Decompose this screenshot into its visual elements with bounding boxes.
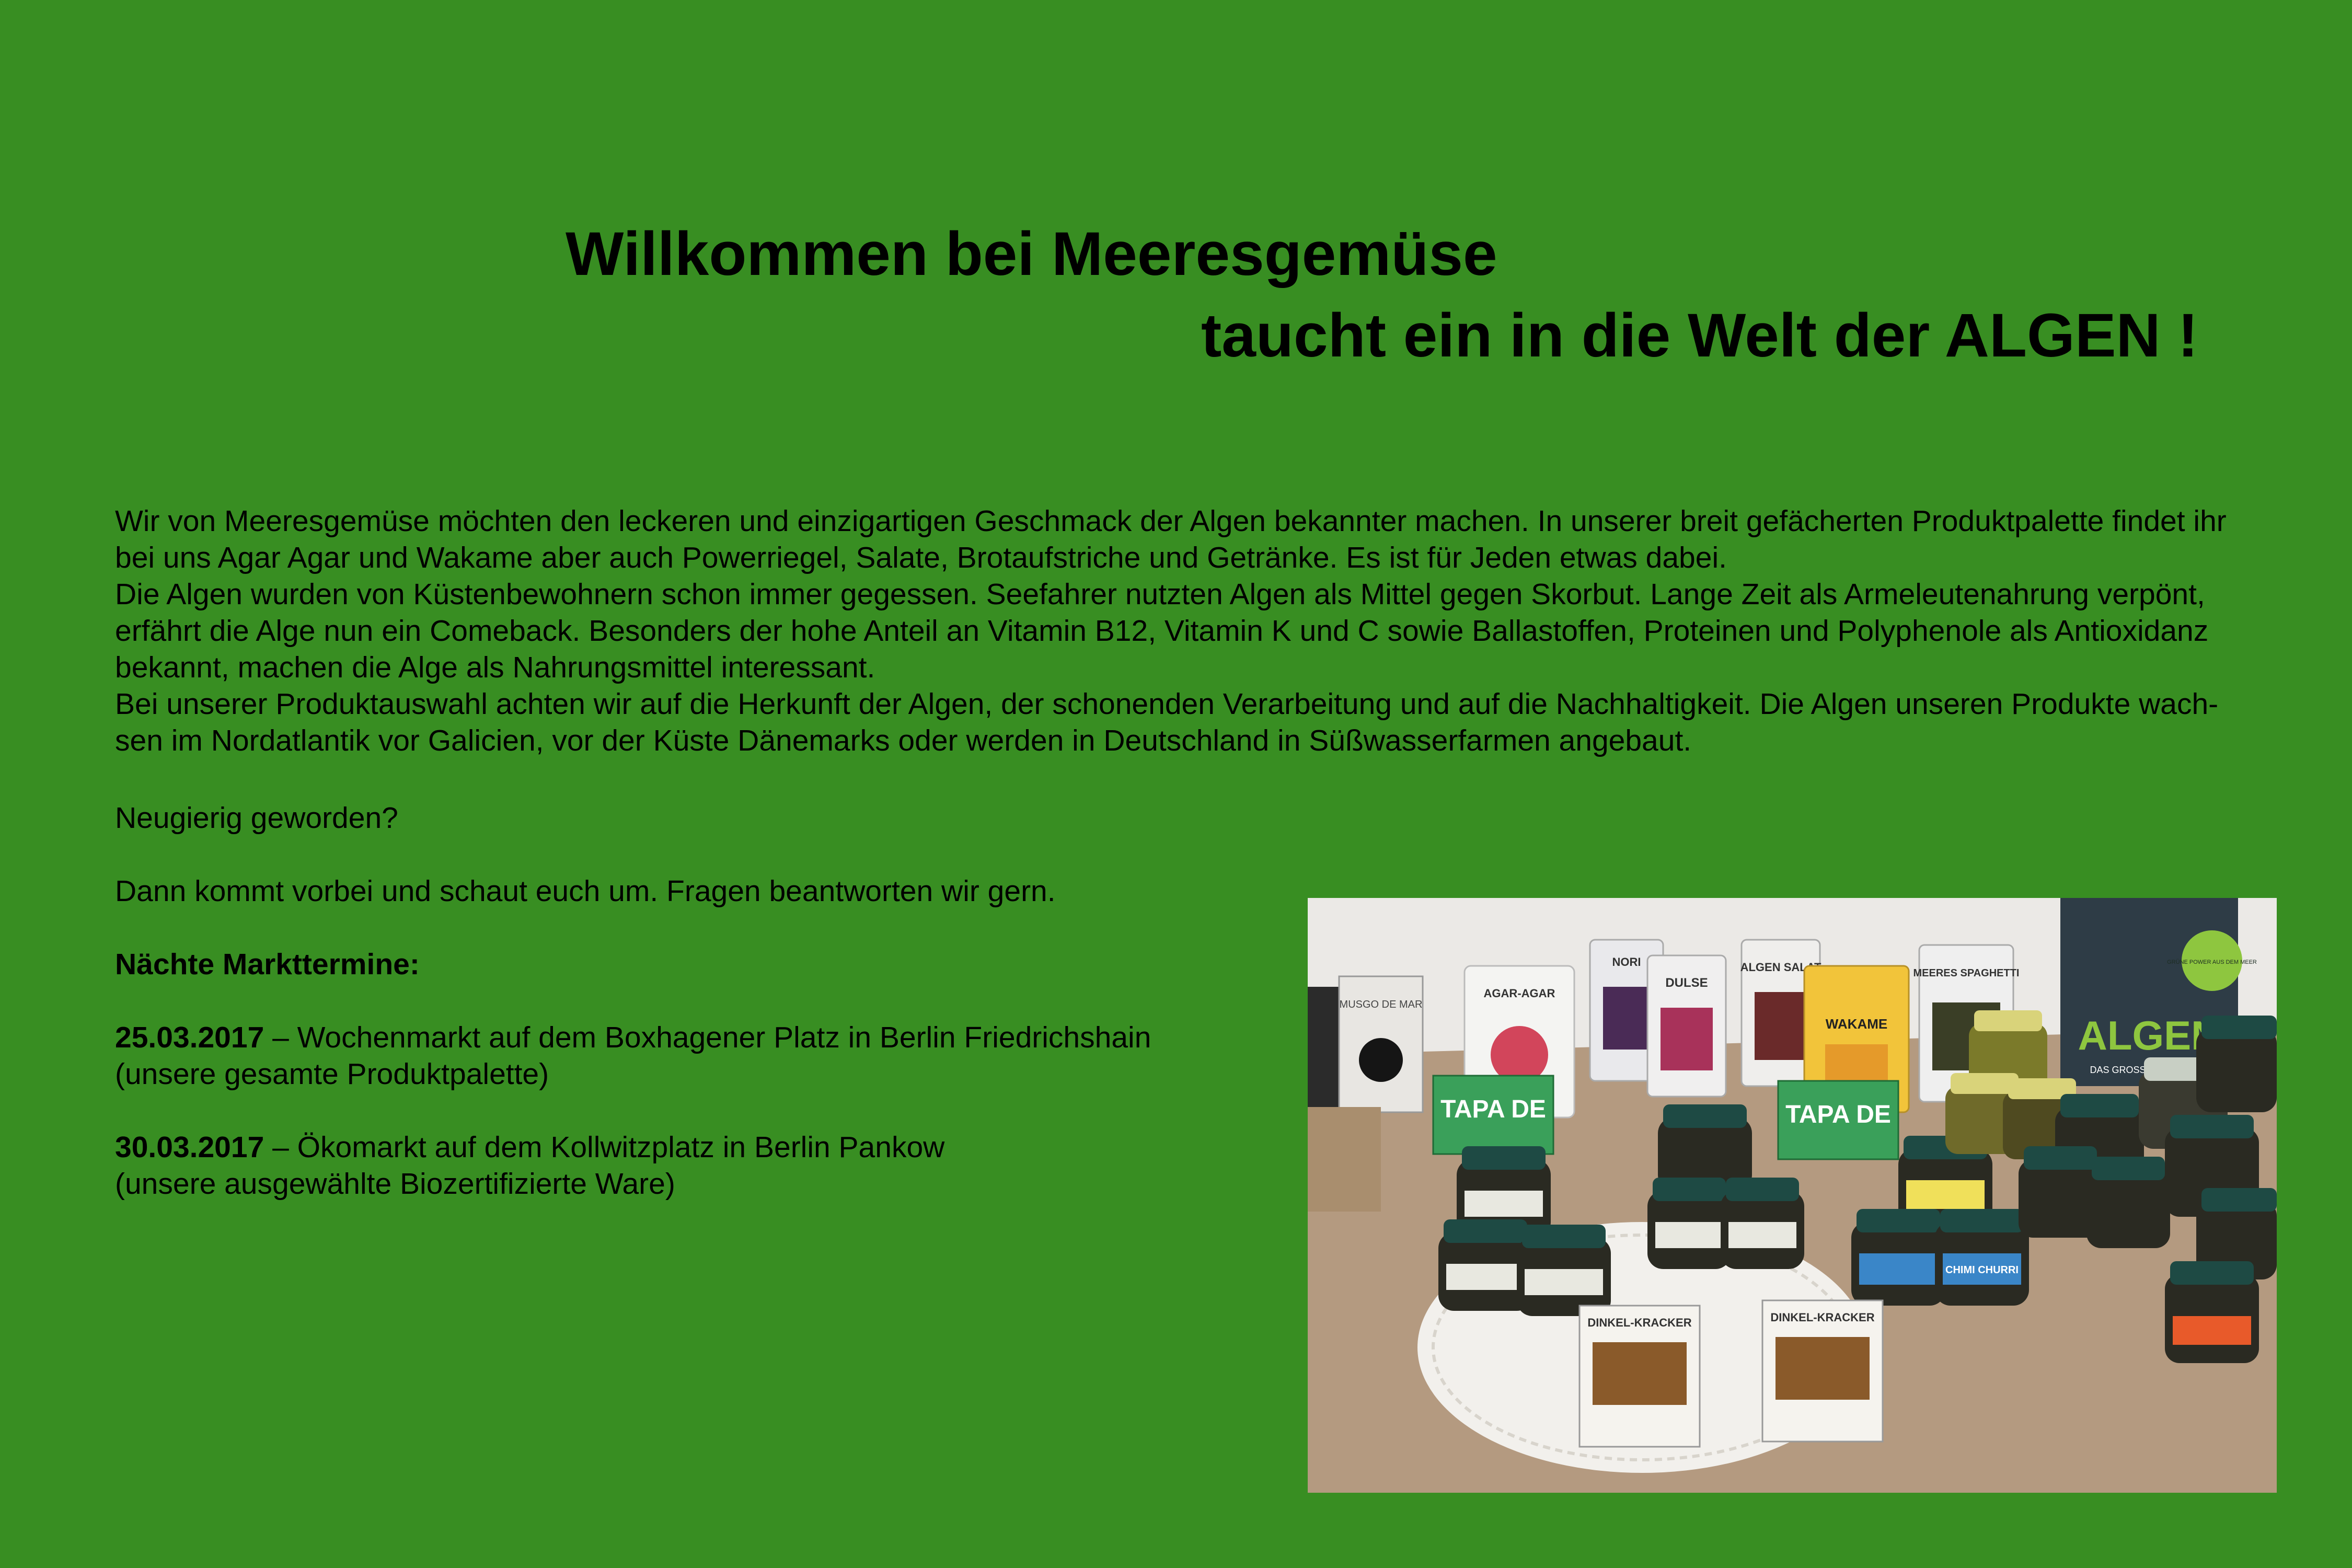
jar-lid [1726, 1178, 1799, 1201]
jar-lid [2170, 1115, 2254, 1138]
market-event-1: 25.03.2017 – Wochenmarkt auf dem Boxhage… [115, 1019, 1151, 1056]
event-text: – Ökomarkt auf dem Kollwitzplatz in Berl… [264, 1131, 945, 1164]
intro-line: erfährt die Alge nun ein Comeback. Beson… [115, 614, 2209, 648]
jar-label [2173, 1316, 2251, 1345]
label-tapa: TAPA DE [1440, 1096, 1546, 1123]
jar-lid [1522, 1225, 1606, 1248]
product-image [1593, 1342, 1687, 1405]
event-note: (unsere ausgewählte Biozertifizierte War… [115, 1167, 675, 1201]
label-chimi: CHIMI CHURRI [1945, 1264, 2019, 1276]
intro-line: sen im Nordatlantik vor Galicien, vor de… [115, 724, 1692, 757]
intro-line: Wir von Meeresgemüse möchten den leckere… [115, 504, 2227, 538]
cta-question: Neugierig geworden? [115, 801, 398, 835]
jar-label [1655, 1222, 1723, 1248]
jar-lid [2170, 1261, 2254, 1285]
label-wakame: WAKAME [1826, 1016, 1887, 1032]
product-image [1661, 1008, 1713, 1070]
product-image [1755, 992, 1807, 1060]
jar-lid [1444, 1219, 1527, 1243]
jar-label [1525, 1269, 1603, 1295]
jar-label [1465, 1191, 1543, 1217]
market-heading: Nächte Markttermine: [115, 948, 420, 981]
intro-line: Bei unserer Produktauswahl achten wir au… [115, 687, 2219, 721]
label-tapa: TAPA DE [1785, 1101, 1891, 1128]
label-cracker: DINKEL-KRACKER [1770, 1311, 1874, 1324]
event-date: 30.03.2017 [115, 1131, 264, 1164]
market-event-2: 30.03.2017 – Ökomarkt auf dem Kollwitzpl… [115, 1129, 1151, 1166]
intro-text: Wir von Meeresgemüse möchten den leckere… [115, 503, 2289, 759]
jar-lid [2201, 1188, 2277, 1212]
jar [2086, 1170, 2170, 1248]
label-musgo: MUSGO DE MAR [1340, 999, 1423, 1010]
jar-lid [2060, 1094, 2139, 1117]
page-title: Willkommen bei Meeresgemüse [566, 220, 1497, 289]
intro-line: bekannt, machen die Alge als Nahrungsmit… [115, 651, 875, 684]
label-nori: NORI [1612, 955, 1641, 969]
product-image [1603, 987, 1650, 1050]
jar-lid [1653, 1178, 1726, 1201]
jar-lid [2092, 1157, 2165, 1180]
intro-line: bei uns Agar Agar und Wakame aber auch P… [115, 541, 1727, 574]
cta-invite: Dann kommt vorbei und schaut euch um. Fr… [115, 874, 1056, 908]
jar-lid [1857, 1209, 1940, 1232]
label-cracker: DINKEL-KRACKER [1587, 1316, 1691, 1329]
event-text: – Wochenmarkt auf dem Boxhagener Platz i… [264, 1021, 1151, 1054]
product-image [1359, 1038, 1403, 1082]
label-spaghetti: MEERES SPAGHETTI [1913, 967, 2020, 979]
label-agar: AGAR-AGAR [1484, 987, 1555, 1000]
jar-lid [1663, 1104, 1747, 1128]
market-info: Neugierig geworden? Dann kommt vorbei un… [115, 800, 1151, 1202]
jar-lid [2024, 1146, 2097, 1170]
product-image [1775, 1337, 1870, 1400]
jar-label [1906, 1180, 1985, 1209]
label-dulse: DULSE [1665, 976, 1708, 990]
page-subtitle: taucht ein in die Welt der ALGEN ! [1201, 301, 2198, 370]
jar-lid [1974, 1010, 2042, 1031]
jar [2196, 1029, 2277, 1112]
book-badge-text: GRÜNE POWER AUS DEM MEER [2167, 959, 2257, 965]
jar-label [1446, 1264, 1525, 1290]
jar-label [1728, 1222, 1796, 1248]
event-date: 25.03.2017 [115, 1021, 264, 1054]
jar-lid [1462, 1146, 1546, 1170]
jar-lid [1940, 1209, 2024, 1232]
intro-line: Die Algen wurden von Küstenbewohnern sch… [115, 578, 2205, 611]
jar-lid [2201, 1016, 2277, 1039]
paper-bag [1308, 1107, 1381, 1212]
product-photo: MUSGO DE MAR AGAR-AGAR NORI DULSE ALGEN … [1308, 898, 2277, 1493]
event-note: (unsere gesamte Produktpalette) [115, 1057, 549, 1091]
jar-label [1859, 1253, 1938, 1285]
